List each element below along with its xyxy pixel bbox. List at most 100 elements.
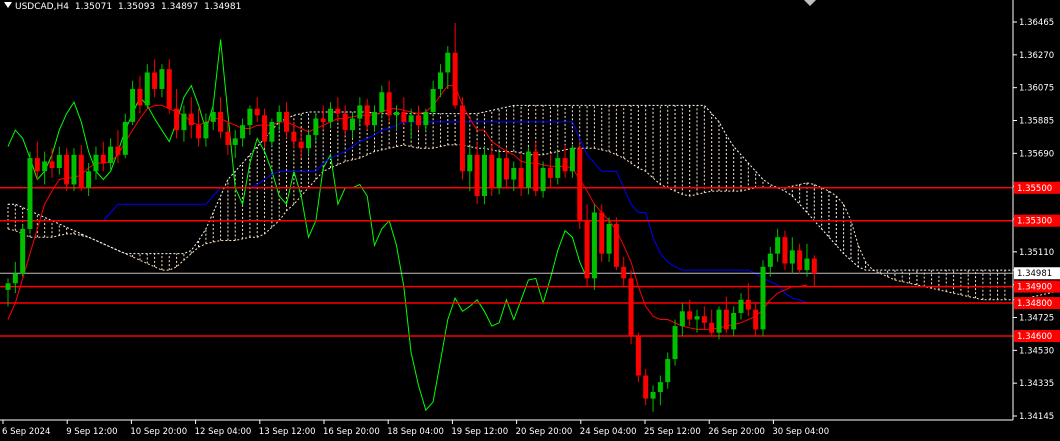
y-tick-label: 1.34335 (1019, 379, 1054, 389)
candle-body (320, 118, 326, 122)
candle-body (606, 224, 612, 254)
candle-body (811, 258, 817, 274)
y-tick-label: 1.35110 (1019, 248, 1054, 258)
candle-body (364, 105, 370, 126)
low-value: 1.34897 (161, 2, 199, 12)
candle (613, 217, 619, 271)
candle-body (481, 154, 487, 196)
y-tick-label: 1.36465 (1019, 18, 1054, 28)
open-value: 1.35071 (74, 2, 113, 12)
candle-body (122, 121, 128, 155)
candle-body (393, 112, 399, 116)
candle-body (679, 311, 685, 327)
candle-body (797, 250, 803, 271)
candle-body (166, 69, 172, 109)
candle (628, 270, 634, 345)
y-tick-label: 1.35690 (1019, 149, 1054, 159)
candle-body (496, 158, 502, 188)
candle-body (108, 146, 114, 164)
candle-body (547, 168, 553, 178)
candle (599, 204, 605, 262)
candle-body (452, 52, 458, 106)
candle-body (408, 115, 414, 122)
candle-body (144, 72, 150, 106)
candle-body (540, 168, 546, 192)
candle-body (240, 125, 246, 139)
x-tick-label: 16 Sep 20:00 (323, 427, 380, 437)
candle-body (342, 113, 348, 131)
candle-body (745, 299, 751, 310)
candle-body (49, 161, 55, 168)
candle-body (591, 212, 597, 279)
candle-body (694, 316, 700, 320)
candle-body (657, 382, 663, 392)
candle (525, 146, 531, 195)
candle (672, 319, 678, 366)
candle-body (100, 154, 106, 164)
dropdown-triangle-icon[interactable] (4, 2, 12, 8)
candle-body (247, 108, 253, 126)
candle-body (533, 151, 539, 192)
candle (591, 204, 597, 290)
candle (635, 332, 641, 383)
chart-header: USDCAD,H4 1.35071 1.35093 1.34897 1.3498… (4, 2, 244, 12)
candle-body (56, 154, 62, 168)
candle (20, 224, 26, 277)
candle-body (262, 115, 268, 142)
candle-body (276, 112, 282, 122)
candle-body (753, 309, 759, 330)
x-tick-label: 13 Sep 12:00 (259, 427, 316, 437)
candle (577, 141, 583, 229)
candle-body (577, 148, 583, 221)
candle-body (562, 158, 568, 172)
candle-body (5, 283, 11, 290)
candle-body (137, 88, 143, 106)
x-tick-label: 20 Sep 20:00 (516, 427, 573, 437)
candle-body (12, 273, 18, 284)
candle-body (159, 69, 165, 89)
y-tick-label: 1.34145 (1019, 412, 1054, 422)
candle-body (306, 135, 312, 149)
candle-body (775, 237, 781, 254)
candle-body (254, 108, 260, 116)
candle-body (188, 113, 194, 126)
candle-body (782, 237, 788, 264)
candle-body (525, 151, 531, 188)
x-tick-label: 6 Sep 2024 (2, 427, 50, 437)
candle-body (78, 154, 84, 188)
candle-body (430, 88, 436, 112)
candle-body (291, 131, 297, 142)
candle-body (130, 88, 136, 122)
symbol-label: USDCAD,H4 (15, 2, 69, 12)
candle-body (27, 158, 33, 229)
candle-body (665, 359, 671, 383)
candle-body (467, 154, 473, 172)
candle-body (210, 112, 216, 122)
candle-body (357, 105, 363, 119)
candle-body (269, 121, 275, 142)
candle-body (613, 224, 619, 267)
candle-body (284, 112, 290, 132)
candle-body (298, 141, 304, 149)
x-tick-label: 19 Sep 12:00 (451, 427, 508, 437)
candle-body (218, 112, 224, 132)
candle-body (518, 168, 524, 188)
candle-body (181, 113, 187, 131)
candle-body (701, 316, 707, 323)
price-chart[interactable]: 1.36465 1.36270 1.36075 1.35885 1.35690 1.355… (0, 0, 1060, 441)
candle-body (511, 168, 517, 180)
high-value: 1.35093 (117, 2, 156, 12)
candle-body (445, 52, 451, 73)
candle-body (20, 228, 26, 274)
candle-body (716, 309, 722, 333)
y-tick-label: 1.34530 (1019, 346, 1054, 356)
candle-body (203, 121, 209, 139)
candle-body (650, 392, 656, 399)
level-label: 1.35300 (1017, 217, 1052, 227)
level-label: 1.34900 (1017, 283, 1052, 293)
candle-body (760, 266, 766, 330)
candle-body (423, 112, 429, 126)
x-tick-label: 26 Sep 20:00 (708, 427, 765, 437)
x-tick-label: 10 Sep 20:00 (130, 427, 187, 437)
candle-body (738, 299, 744, 313)
